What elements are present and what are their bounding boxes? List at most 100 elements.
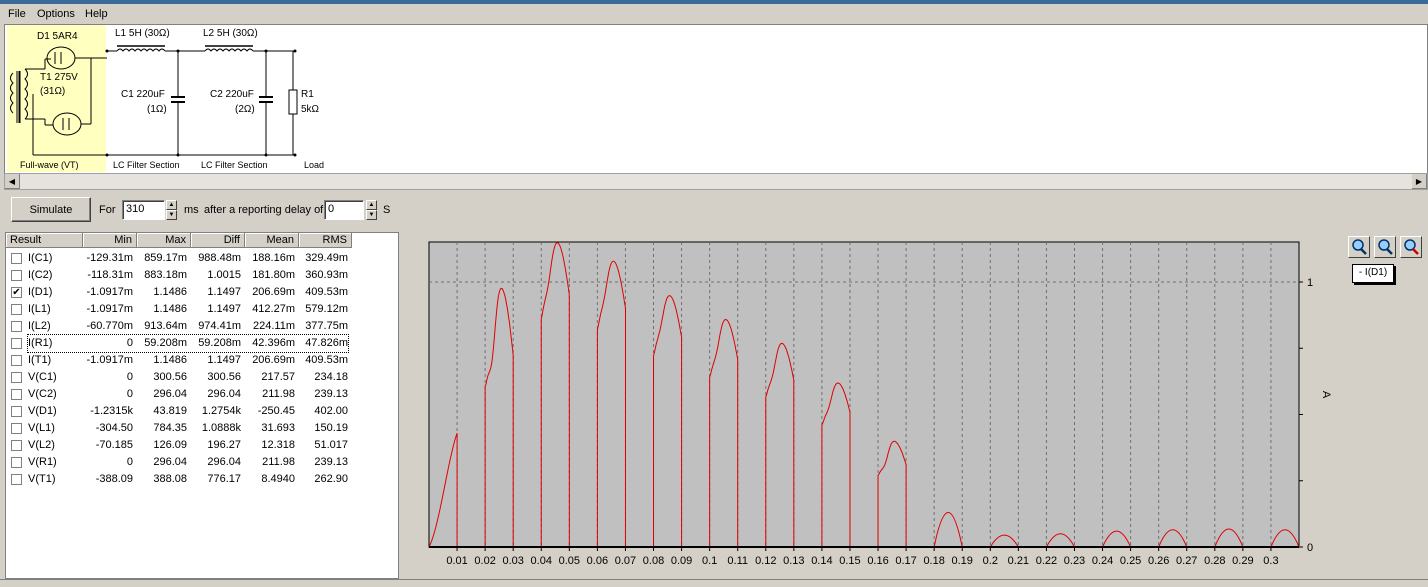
x-tick-label: 0.15 xyxy=(839,555,860,567)
x-tick-label: 0.18 xyxy=(923,555,944,567)
result-rms: 402.00 xyxy=(314,405,348,417)
results-table: Result Min Max Diff Mean RMS I(C1) -129.3… xyxy=(5,232,399,579)
zoom-in-icon[interactable] xyxy=(1348,236,1370,258)
result-checkbox[interactable]: ✔ xyxy=(11,287,22,298)
table-row[interactable]: V(R1) 0 296.04 296.04 211.98 239.13 xyxy=(6,454,398,471)
result-diff: 1.1497 xyxy=(207,303,241,315)
section-load-label: Load xyxy=(304,160,325,170)
x-tick-label: 0.13 xyxy=(783,555,804,567)
schematic-diagram xyxy=(10,45,298,157)
delay-input[interactable]: 0 xyxy=(324,200,364,220)
result-mean: 217.57 xyxy=(261,371,295,383)
result-diff: 296.04 xyxy=(207,388,241,400)
table-row[interactable]: ✔ I(D1) -1.0917m 1.1486 1.1497 206.69m 409.53m xyxy=(6,284,398,301)
result-mean: 224.11m xyxy=(253,320,295,332)
delay-spinner[interactable]: ▲ ▼ xyxy=(366,200,377,220)
zoom-out-icon[interactable] xyxy=(1374,236,1396,258)
x-tick-label: 0.23 xyxy=(1064,555,1085,567)
ms-label: ms xyxy=(184,204,199,216)
table-row[interactable]: I(T1) -1.0917m 1.1486 1.1497 206.69m 409.53m xyxy=(6,352,398,369)
result-mean: 412.27m xyxy=(252,303,295,315)
header-result[interactable]: Result xyxy=(6,233,83,248)
header-mean[interactable]: Mean xyxy=(245,233,299,248)
table-row[interactable]: I(R1) 0 59.208m 59.208m 42.396m 47.826m xyxy=(6,334,398,353)
result-rms: 409.53m xyxy=(305,286,348,298)
c2-label: C2 220uF xyxy=(210,89,254,100)
result-min: -70.185 xyxy=(95,439,133,451)
table-row[interactable]: V(T1) -388.09 388.08 776.17 8.4940 262.90 xyxy=(6,471,398,488)
scroll-left-button[interactable]: ◀ xyxy=(5,174,20,189)
duration-spinner[interactable]: ▲ ▼ xyxy=(166,200,177,220)
section-lc2-label: LC Filter Section xyxy=(201,160,268,170)
result-checkbox[interactable] xyxy=(11,304,22,315)
header-diff[interactable]: Diff xyxy=(191,233,245,248)
duration-input[interactable]: 310 xyxy=(122,200,165,220)
schematic-panel: D1 5AR4 T1 275V (31Ω) L1 5H (30Ω) L2 5H … xyxy=(4,24,1428,174)
result-checkbox[interactable] xyxy=(11,423,22,434)
result-checkbox[interactable] xyxy=(11,474,22,485)
x-tick-label: 0.3 xyxy=(1263,555,1278,567)
result-max: 1.1486 xyxy=(153,286,187,298)
result-checkbox[interactable] xyxy=(11,321,22,332)
result-checkbox[interactable] xyxy=(11,389,22,400)
result-rms: 51.017 xyxy=(314,439,348,451)
result-mean: -250.45 xyxy=(257,405,295,417)
t1-resistance: (31Ω) xyxy=(40,86,66,97)
result-max: 883.18m xyxy=(144,269,187,281)
table-row[interactable]: V(C1) 0 300.56 300.56 217.57 234.18 xyxy=(6,369,398,386)
result-rms: 234.18 xyxy=(314,371,348,383)
table-row[interactable]: V(C2) 0 296.04 296.04 211.98 239.13 xyxy=(6,386,398,403)
result-checkbox[interactable] xyxy=(11,338,22,349)
table-row[interactable]: V(L2) -70.185 126.09 196.27 12.318 51.017 xyxy=(6,437,398,454)
result-max: 1.1486 xyxy=(153,303,187,315)
result-min: -60.770m xyxy=(86,320,133,332)
result-min: -1.2315k xyxy=(90,405,133,417)
menu-help[interactable]: Help xyxy=(85,8,108,20)
table-row[interactable]: V(L1) -304.50 784.35 1.0888k 31.693 150.19 xyxy=(6,420,398,437)
table-row[interactable]: I(L1) -1.0917m 1.1486 1.1497 412.27m 579.12m xyxy=(6,301,398,318)
result-name: V(T1) xyxy=(28,473,56,485)
horizontal-scrollbar[interactable]: ◀ ▶ xyxy=(4,173,1428,190)
result-min: -118.31m xyxy=(87,269,133,281)
result-checkbox[interactable] xyxy=(11,270,22,281)
scroll-right-button[interactable]: ▶ xyxy=(1412,174,1427,189)
result-min: -1.0917m xyxy=(86,286,133,298)
result-checkbox[interactable] xyxy=(11,372,22,383)
result-mean: 31.693 xyxy=(261,422,295,434)
result-diff: 300.56 xyxy=(207,371,241,383)
result-mean: 211.98 xyxy=(262,456,295,468)
result-checkbox[interactable] xyxy=(11,457,22,468)
result-checkbox[interactable] xyxy=(11,406,22,417)
simulate-button[interactable]: Simulate xyxy=(11,197,91,222)
x-tick-label: 0.08 xyxy=(643,555,664,567)
result-diff: 988.48m xyxy=(198,252,241,264)
header-rms[interactable]: RMS xyxy=(299,233,352,248)
x-tick-label: 0.07 xyxy=(615,555,636,567)
zoom-reset-icon[interactable] xyxy=(1400,236,1422,258)
table-row[interactable]: I(C2) -118.31m 883.18m 1.0015 181.80m 360.93m xyxy=(6,267,398,284)
table-row[interactable]: V(D1) -1.2315k 43.819 1.2754k -250.45 402.00 xyxy=(6,403,398,420)
x-tick-label: 0.11 xyxy=(727,555,748,567)
chart-svg: 0.01 0.02 0.03 0.04 0.05 0.06 0.07 0.08 0.09 0.1 0… xyxy=(428,241,1332,567)
result-rms: 360.93m xyxy=(305,269,348,281)
x-tick-label: 0.22 xyxy=(1036,555,1057,567)
header-min[interactable]: Min xyxy=(83,233,137,248)
result-min: -1.0917m xyxy=(86,354,133,366)
table-row[interactable]: I(C1) -129.31m 859.17m 988.48m 188.16m 329.49… xyxy=(6,250,398,267)
menu-options[interactable]: Options xyxy=(37,8,75,20)
result-name: I(L2) xyxy=(28,320,51,332)
result-name: V(R1) xyxy=(28,456,57,468)
result-name: I(T1) xyxy=(28,354,52,366)
result-rms: 150.19 xyxy=(314,422,348,434)
r1-label: R1 xyxy=(301,89,314,100)
result-diff: 974.41m xyxy=(198,320,241,332)
result-checkbox[interactable] xyxy=(11,440,22,451)
result-checkbox[interactable] xyxy=(11,253,22,264)
header-max[interactable]: Max xyxy=(137,233,191,248)
result-checkbox[interactable] xyxy=(11,355,22,366)
result-rms: 409.53m xyxy=(305,354,348,366)
menu-file[interactable]: File xyxy=(8,8,26,20)
table-row[interactable]: I(L2) -60.770m 913.64m 974.41m 224.11m 377.75… xyxy=(6,318,398,335)
result-min: -129.31m xyxy=(86,252,133,264)
result-max: 300.56 xyxy=(153,371,187,383)
